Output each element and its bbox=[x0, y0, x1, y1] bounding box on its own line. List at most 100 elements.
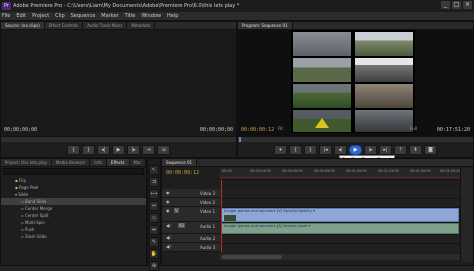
eye-icon[interactable]: ◉ bbox=[166, 208, 170, 213]
program-go-to-in-icon[interactable]: |◂ bbox=[319, 145, 332, 155]
effect-item-band-slide[interactable]: ▫ Band Slide bbox=[1, 198, 146, 205]
program-extract-icon[interactable]: ⇞ bbox=[409, 145, 422, 155]
track-header-video2[interactable]: ◉ Video 2 bbox=[162, 198, 220, 207]
video-clip[interactable]: hunger games and sorcerers [V] Opacity:O… bbox=[221, 208, 459, 222]
work-area-bar[interactable] bbox=[220, 176, 460, 179]
program-zoom-select[interactable]: Fit bbox=[278, 126, 283, 131]
track-header-audio2[interactable]: ◀) Audio 2 bbox=[162, 234, 220, 243]
program-quality-select[interactable]: Full bbox=[410, 126, 417, 131]
effect-item-center-split[interactable]: ▫ Center Split bbox=[1, 212, 146, 219]
source-mark-in-icon[interactable]: { bbox=[67, 145, 80, 155]
program-step-back-icon[interactable]: ◂| bbox=[334, 145, 347, 155]
source-patch-a1[interactable]: A1 bbox=[178, 223, 186, 228]
selection-tool-icon[interactable]: ↖ bbox=[149, 165, 159, 175]
effect-item-center-merge[interactable]: ▫ Center Merge bbox=[1, 205, 146, 212]
gameplay-thumbnail-5 bbox=[293, 84, 351, 108]
program-step-forward-icon[interactable]: |▸ bbox=[364, 145, 377, 155]
menu-project[interactable]: Project bbox=[32, 13, 49, 19]
effect-item-push[interactable]: ▫ Push bbox=[1, 226, 146, 233]
track-header-audio1[interactable]: ◀) A1 Audio 1 bbox=[162, 222, 220, 234]
premiere-app-icon: Pr bbox=[2, 2, 11, 10]
slip-tool-icon[interactable]: ⇹ bbox=[149, 225, 159, 235]
audio-clip[interactable]: hunger games and sorcerers [A] Volume:Le… bbox=[221, 223, 459, 234]
hand-tool-icon[interactable]: ✋ bbox=[149, 249, 159, 259]
menu-file[interactable]: File bbox=[2, 13, 10, 19]
speaker-icon[interactable]: ◀) bbox=[166, 244, 171, 249]
timeline-ruler[interactable]: 00:00 00:00:15:00 00:00:30:00 00:00:45:0… bbox=[220, 168, 461, 180]
source-step-back-icon[interactable]: ◂| bbox=[97, 145, 110, 155]
program-playhead-icon[interactable] bbox=[239, 137, 241, 142]
menu-marker[interactable]: Marker bbox=[101, 13, 118, 19]
source-overwrite-icon[interactable]: ⇲ bbox=[157, 145, 170, 155]
tab-info[interactable]: Info bbox=[90, 159, 107, 166]
tab-sequence-01[interactable]: Sequence 01 bbox=[162, 159, 198, 166]
tab-audio-mixer[interactable]: Audio Track Mixer bbox=[83, 22, 128, 29]
menu-sequence[interactable]: Sequence bbox=[71, 13, 96, 19]
source-step-forward-icon[interactable]: |▸ bbox=[127, 145, 140, 155]
source-patch-v1[interactable]: V bbox=[174, 208, 179, 213]
track-header-video3[interactable]: ◉ Video 3 bbox=[162, 189, 220, 198]
effect-item-flip[interactable]: ▪ Flip bbox=[1, 177, 146, 184]
menu-title[interactable]: Title bbox=[125, 13, 136, 19]
rate-stretch-tool-icon[interactable]: ↔ bbox=[149, 201, 159, 211]
timeline-horizontal-scrollbar[interactable] bbox=[220, 254, 460, 260]
tab-effects[interactable]: Effects bbox=[106, 159, 130, 166]
razor-tool-icon[interactable]: ◇ bbox=[149, 213, 159, 223]
source-mark-out-icon[interactable]: } bbox=[82, 145, 95, 155]
source-scrub-bar[interactable] bbox=[1, 136, 236, 142]
effects-search-input[interactable] bbox=[3, 168, 144, 175]
program-marker-icon[interactable]: ▾ bbox=[274, 145, 287, 155]
minimize-button[interactable]: _ bbox=[441, 1, 450, 9]
effect-item-page-peel[interactable]: ▪ Page Peel bbox=[1, 184, 146, 191]
menu-edit[interactable]: Edit bbox=[16, 13, 26, 19]
timeline-vertical-scrollbar[interactable] bbox=[460, 168, 472, 262]
tab-program[interactable]: Program: Sequence 01 bbox=[238, 22, 293, 29]
program-mark-in-icon[interactable]: { bbox=[289, 145, 302, 155]
program-mark-out-icon[interactable]: } bbox=[304, 145, 317, 155]
zoom-tool-icon[interactable]: ⊕ bbox=[149, 261, 159, 271]
tab-project[interactable]: Project: this lets play bbox=[1, 159, 52, 166]
ripple-edit-tool-icon[interactable]: ⟷ bbox=[149, 189, 159, 199]
tab-media-browser[interactable]: Media Browser bbox=[52, 159, 91, 166]
program-monitor-panel: Program: Sequence 01 00:00:00:12 Fit Ful… bbox=[237, 21, 474, 164]
window-title: Adobe Premiere Pro - C:\Users\Liam\My Do… bbox=[13, 3, 240, 9]
source-timecode-right: 00;00;00;00 bbox=[199, 127, 233, 133]
program-export-frame-icon[interactable]: ◙ bbox=[424, 145, 437, 155]
track-select-tool-icon[interactable]: ⇉ bbox=[149, 177, 159, 187]
project-panel-tabs: Project: this lets play Media Browser In… bbox=[1, 159, 162, 167]
menu-help[interactable]: Help bbox=[167, 13, 178, 19]
scrollbar-thumb[interactable] bbox=[222, 255, 282, 259]
effect-item-slash-slide[interactable]: ▫ Slash Slide bbox=[1, 233, 146, 240]
speaker-icon[interactable]: ◀) bbox=[166, 235, 171, 240]
clip-thumbnail bbox=[224, 215, 236, 221]
eye-icon[interactable]: ◉ bbox=[166, 190, 170, 195]
menu-bar: File Edit Project Clip Sequence Marker T… bbox=[0, 12, 474, 21]
tab-effect-controls[interactable]: Effect Controls bbox=[45, 22, 84, 29]
program-lift-icon[interactable]: ⇡ bbox=[394, 145, 407, 155]
source-viewer bbox=[1, 30, 236, 142]
program-scrub-bar[interactable] bbox=[238, 136, 473, 142]
effect-item-slide[interactable]: ▾ Slide bbox=[1, 191, 146, 198]
program-play-button[interactable]: ▶ bbox=[349, 145, 362, 155]
close-button[interactable]: × bbox=[463, 1, 472, 9]
tab-markers[interactable]: Mar bbox=[130, 159, 147, 166]
speaker-icon[interactable]: ◀) bbox=[166, 223, 171, 228]
maximize-button[interactable]: □ bbox=[452, 1, 461, 9]
tab-source[interactable]: Source: (no clips) bbox=[1, 22, 45, 29]
track-header-audio3[interactable]: ◀) Audio 3 bbox=[162, 243, 220, 252]
menu-clip[interactable]: Clip bbox=[55, 13, 64, 19]
gameplay-thumbnail-4 bbox=[355, 58, 413, 82]
pen-tool-icon[interactable]: ✎ bbox=[149, 237, 159, 247]
source-play-icon[interactable]: ▶ bbox=[112, 145, 125, 155]
tools-panel: ↖ ⇉ ⟷ ↔ ◇ ⇹ ✎ ✋ ⊕ bbox=[147, 158, 161, 271]
eye-icon[interactable]: ◉ bbox=[166, 199, 170, 204]
timeline-playhead[interactable] bbox=[221, 180, 222, 252]
track-header-video1[interactable]: ◉ V Video 1 bbox=[162, 207, 220, 222]
timeline-tracks-area[interactable]: hunger games and sorcerers [V] Opacity:O… bbox=[220, 180, 460, 252]
program-go-to-out-icon[interactable]: ▸| bbox=[379, 145, 392, 155]
timeline-panel: Sequence 01 00:00:00:12 00:00 00:00:15:0… bbox=[161, 158, 474, 266]
tab-metadata[interactable]: Metadata bbox=[127, 22, 156, 29]
effect-item-multi-spin[interactable]: ▫ Multi-Spin bbox=[1, 219, 146, 226]
menu-window[interactable]: Window bbox=[141, 13, 161, 19]
source-insert-icon[interactable]: ⇥ bbox=[142, 145, 155, 155]
